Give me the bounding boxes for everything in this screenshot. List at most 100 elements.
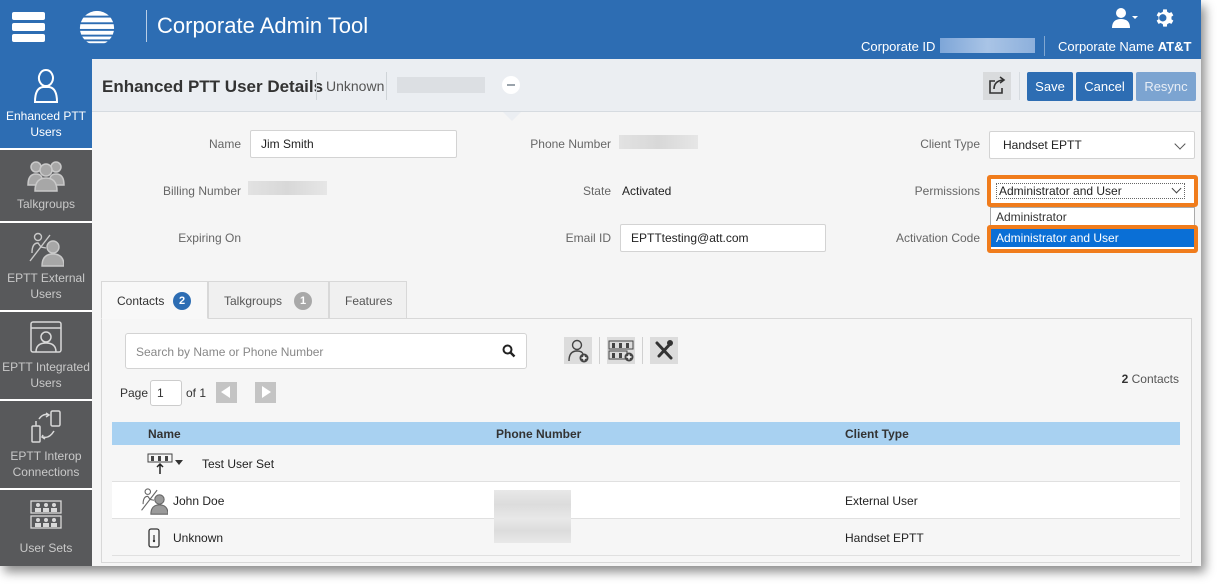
name-label: Name — [208, 137, 241, 151]
user-icon — [33, 69, 59, 103]
interop-icon — [31, 410, 61, 443]
sidebar-item-enhanced-ptt-users[interactable]: Enhanced PTT Users — [0, 59, 92, 148]
external-user-icon — [29, 232, 64, 267]
page-title: Enhanced PTT User Details — [102, 77, 324, 96]
client-type-select[interactable]: Handset EPTT — [989, 131, 1195, 159]
sidebar-item-talkgroups[interactable]: Talkgroups — [0, 150, 92, 221]
table-row[interactable]: John Doe External User — [112, 482, 1180, 519]
resync-button[interactable]: Resync — [1136, 72, 1196, 101]
corporate-name-label: Corporate Name — [1058, 39, 1155, 54]
contacts-count-value: 2 — [1121, 372, 1129, 386]
external-user-icon — [141, 488, 168, 515]
sidebar-label: EPTT Integrated Users — [2, 360, 90, 390]
save-button[interactable]: Save — [1027, 72, 1073, 101]
tab-contacts[interactable]: Contacts 2 — [101, 281, 208, 319]
tab-label: Contacts — [117, 294, 165, 308]
app-window: Corporate Admin Tool Corporate ID Corpor… — [0, 0, 1201, 566]
sidebar-label: Enhanced PTT Users — [5, 109, 87, 139]
sidebar-item-eptt-external-users[interactable]: EPTT External Users — [0, 223, 92, 310]
column-header-name[interactable]: Name — [148, 427, 181, 441]
user-sets-icon — [30, 500, 62, 529]
tab-features[interactable]: Features — [329, 281, 407, 319]
phone-number-redacted — [619, 135, 698, 149]
page-number-input[interactable]: 1 — [150, 380, 182, 406]
details-titlebar: Enhanced PTT User Details Unknown Save C… — [92, 59, 1201, 112]
att-globe-logo — [79, 10, 115, 44]
selected-option-highlight — [987, 225, 1198, 253]
contact-name: John Doe — [173, 494, 225, 508]
client-type-label: Client Type — [920, 137, 980, 151]
client-type-value: Handset EPTT — [1003, 138, 1082, 152]
column-header-phone-number[interactable]: Phone Number — [496, 427, 581, 441]
settings-gear-icon[interactable] — [1154, 7, 1176, 29]
search-icon[interactable] — [502, 344, 516, 358]
cancel-button[interactable]: Cancel — [1076, 72, 1133, 101]
header-divider — [146, 10, 147, 42]
titlebar-pointer — [503, 112, 521, 121]
billing-number-label: Billing Number — [162, 184, 241, 198]
collapse-details-button[interactable] — [502, 76, 520, 94]
tab-label: Talkgroups — [224, 294, 283, 308]
sidebar-label: EPTT Interop Connections — [10, 449, 82, 479]
chevron-down-icon — [1171, 183, 1182, 194]
column-header-client-type[interactable]: Client Type — [845, 427, 909, 441]
group-icon — [27, 161, 65, 192]
phone-number-label: Phone Number — [530, 137, 611, 151]
contacts-search-input[interactable]: Search by Name or Phone Number — [125, 333, 527, 369]
sidebar-label: User Sets — [19, 541, 73, 555]
name-input[interactable] — [250, 130, 457, 158]
add-user-set-button[interactable] — [607, 337, 635, 364]
next-page-button[interactable] — [255, 382, 276, 403]
table-row[interactable]: Test User Set — [112, 445, 1180, 482]
integrated-user-icon — [30, 321, 62, 353]
user-menu-icon[interactable] — [1112, 8, 1138, 28]
contact-client-type: Handset EPTT — [845, 531, 924, 545]
tab-talkgroups[interactable]: Talkgroups 1 — [208, 281, 329, 319]
corporate-id-value-redacted — [940, 38, 1035, 53]
export-button[interactable] — [983, 72, 1011, 100]
email-input[interactable] — [620, 224, 826, 252]
previous-page-button[interactable] — [216, 382, 237, 403]
contact-phone-redacted — [494, 519, 571, 543]
contact-name: Unknown — [173, 531, 224, 545]
table-header: Name Phone Number Client Type — [112, 422, 1180, 445]
contact-name: Test User Set — [202, 457, 275, 471]
permissions-option-administrator[interactable]: Administrator — [991, 208, 1194, 226]
add-contact-button[interactable] — [564, 337, 592, 364]
corporate-id-label: Corporate ID — [861, 39, 936, 54]
menu-icon[interactable] — [12, 12, 45, 42]
contacts-count: 2 Contacts — [1122, 372, 1179, 386]
expand-caret-icon[interactable] — [175, 460, 183, 465]
permissions-select[interactable]: Administrator and User — [996, 183, 1185, 199]
user-display-name: Unknown — [326, 78, 385, 94]
header-separator — [1044, 36, 1045, 56]
activation-code-label: Activation Code — [895, 231, 980, 245]
tools-icon — [655, 340, 673, 360]
titlebar-separator — [386, 72, 387, 100]
chevron-down-icon — [1174, 138, 1186, 150]
page-total: of 1 — [186, 386, 207, 400]
corporate-name: Corporate Name AT&T — [1058, 39, 1191, 54]
expiring-on-label: Expiring On — [178, 231, 241, 245]
table-row[interactable]: Unknown Handset EPTT — [112, 519, 1180, 556]
export-icon — [989, 76, 1006, 94]
sidebar-label: EPTT External Users — [7, 271, 85, 301]
tab-label: Features — [345, 294, 393, 308]
billing-number-redacted — [248, 181, 327, 195]
tools-button[interactable] — [650, 337, 678, 364]
sidebar-item-eptt-interop-connections[interactable]: EPTT Interop Connections — [0, 401, 92, 488]
contacts-table: Name Phone Number Client Type Test User … — [112, 422, 1180, 556]
sidebar-item-eptt-integrated-users[interactable]: EPTT Integrated Users — [0, 312, 92, 399]
sidebar-item-user-sets[interactable]: User Sets — [0, 490, 92, 566]
add-user-set-icon — [608, 340, 634, 362]
contacts-count-badge: 2 — [173, 292, 191, 310]
titlebar-separator — [316, 72, 317, 100]
talkgroups-count-badge: 1 — [294, 292, 312, 310]
sidebar: Enhanced PTT Users Talkgroups EPTT Exter… — [0, 59, 92, 566]
add-user-icon — [568, 339, 589, 363]
top-header: Corporate Admin Tool Corporate ID Corpor… — [0, 0, 1201, 59]
state-value: Activated — [622, 184, 672, 198]
user-id-redacted — [397, 77, 485, 93]
app-title: Corporate Admin Tool — [157, 13, 369, 38]
search-placeholder: Search by Name or Phone Number — [136, 345, 324, 359]
